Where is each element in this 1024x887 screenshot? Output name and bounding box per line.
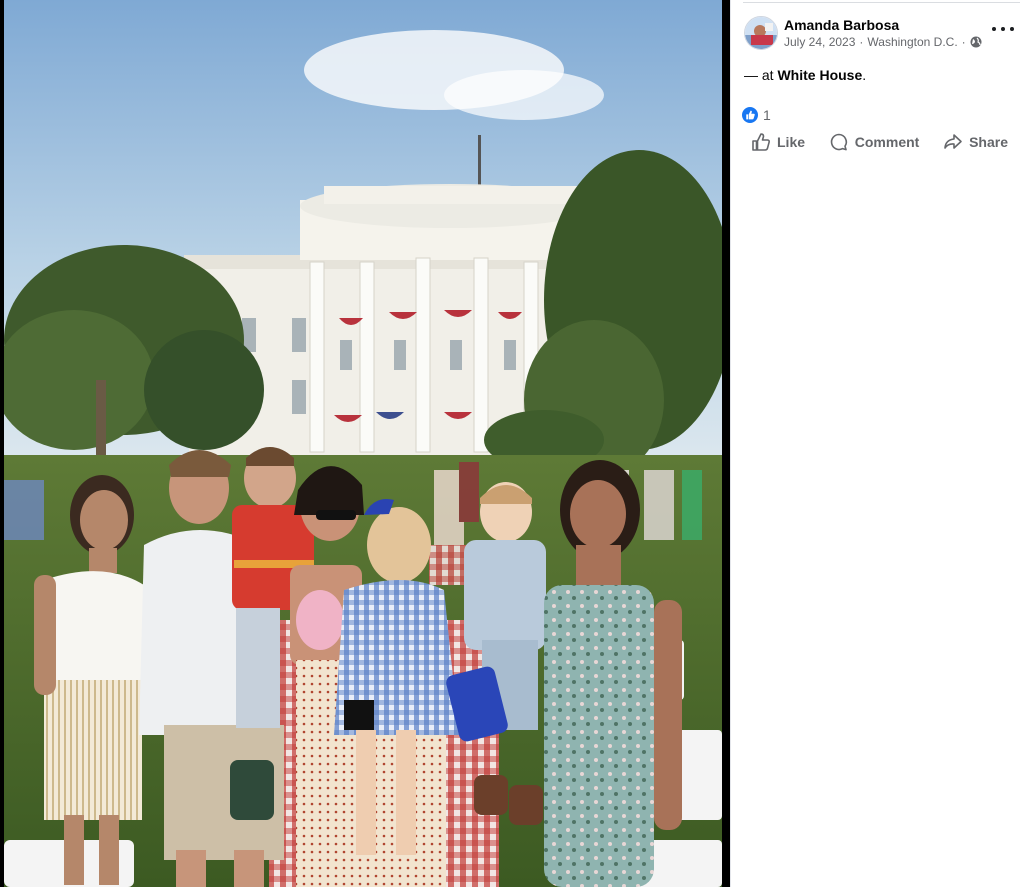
post-date[interactable]: July 24, 2023: [784, 35, 855, 49]
more-options-icon[interactable]: [992, 22, 1014, 36]
comment-button[interactable]: Comment: [821, 128, 928, 156]
like-label: Like: [777, 134, 806, 150]
photo-viewer: [0, 0, 730, 887]
share-button[interactable]: Share: [935, 128, 1016, 156]
caption-prefix: — at: [744, 67, 778, 83]
post-meta: July 24, 2023 · Washington D.C. ·: [784, 35, 982, 49]
share-label: Share: [969, 134, 1008, 150]
meta-separator: ·: [859, 35, 864, 49]
post-details-panel: Amanda Barbosa July 24, 2023 · Washingto…: [730, 0, 1024, 887]
like-reaction-icon: [742, 107, 758, 123]
post-photo[interactable]: [4, 0, 722, 887]
author-avatar[interactable]: [744, 16, 778, 50]
caption-place-link[interactable]: White House: [777, 67, 862, 83]
reactions-summary[interactable]: 1: [742, 107, 771, 123]
post-actions-bar: Like Comment Share: [743, 128, 1016, 156]
reaction-count: 1: [763, 107, 771, 123]
post-location[interactable]: Washington D.C.: [867, 35, 957, 49]
photo-illustration: [4, 0, 722, 887]
meta-separator: ·: [961, 35, 966, 49]
comment-bubble-icon: [830, 133, 847, 151]
like-button[interactable]: Like: [743, 128, 813, 156]
author-name[interactable]: Amanda Barbosa: [784, 17, 899, 33]
post-caption: — at White House.: [744, 67, 866, 83]
share-arrow-icon: [944, 134, 962, 149]
comment-label: Comment: [854, 134, 920, 150]
caption-suffix: .: [862, 67, 867, 83]
thumbs-up-icon: [752, 133, 770, 151]
globe-icon[interactable]: [970, 36, 982, 48]
divider: [743, 2, 1020, 3]
